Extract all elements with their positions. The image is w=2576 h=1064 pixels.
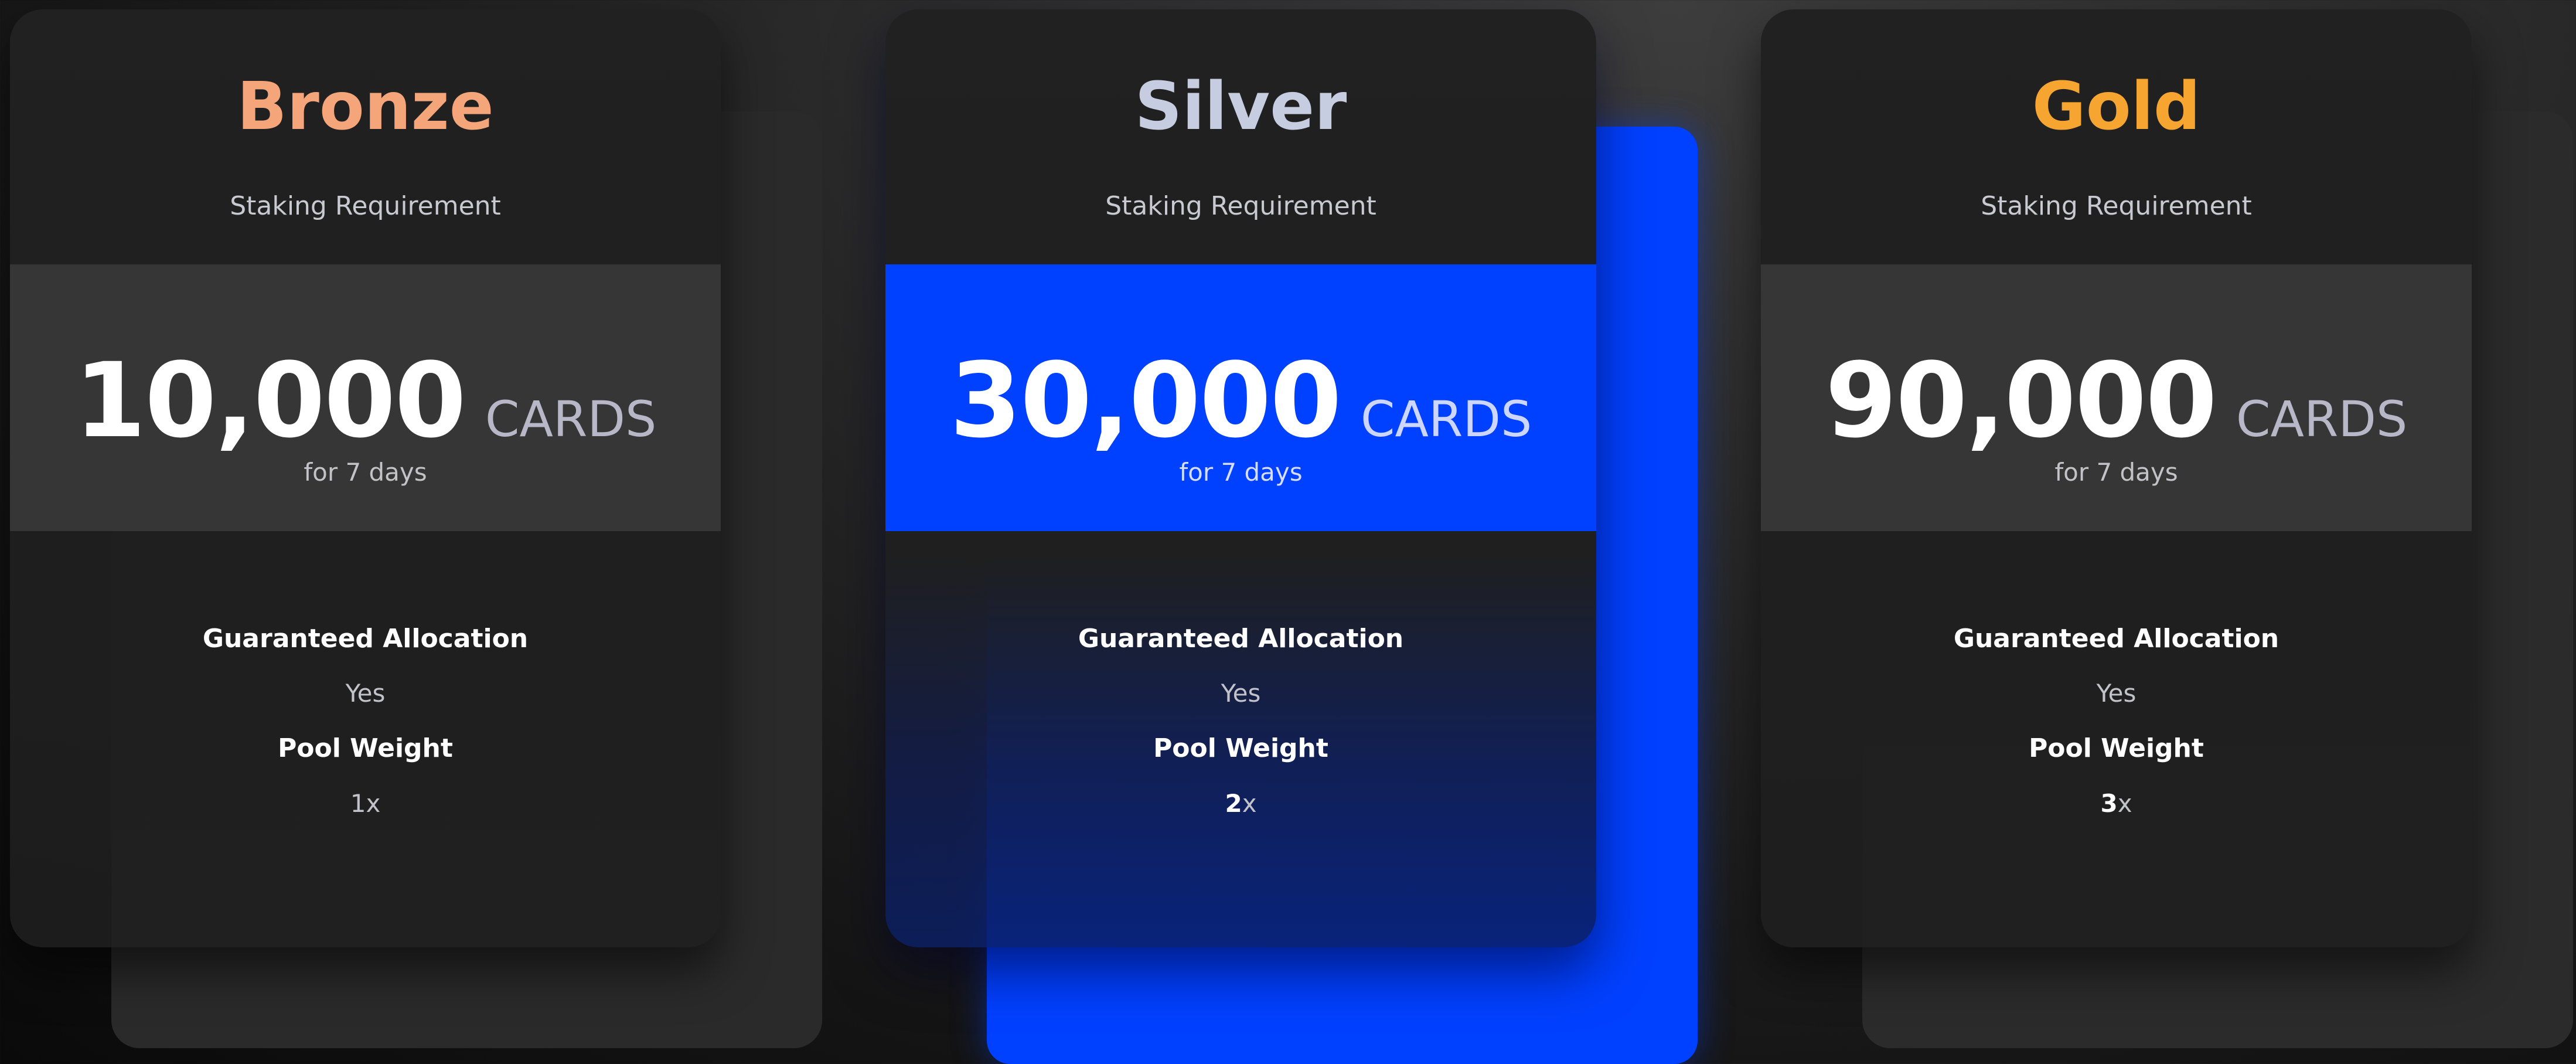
stake-period: for 7 days <box>1179 458 1303 487</box>
stake-amount-band: 90,000 CARDS for 7 days <box>1761 264 2472 531</box>
stake-unit: CARDS <box>2236 390 2408 448</box>
stake-amount-band: 10,000 CARDS for 7 days <box>10 264 721 531</box>
tier-card-bronze[interactable]: Bronze Staking Requirement 10,000 CARDS f… <box>10 9 721 947</box>
pool-weight-label: Pool Weight <box>1153 733 1328 763</box>
stake-amount-row: 10,000 CARDS <box>10 349 721 453</box>
allocation-value: Yes <box>345 679 386 708</box>
pool-weight-number: 1 <box>350 789 366 818</box>
stake-unit: CARDS <box>1360 390 1532 448</box>
pool-weight-suffix: x <box>1242 789 1257 818</box>
pool-weight-number: 3 <box>2100 789 2118 818</box>
allocation-label: Guaranteed Allocation <box>202 624 529 654</box>
pool-weight-label: Pool Weight <box>2029 733 2204 763</box>
allocation-value: Yes <box>1221 679 1261 708</box>
tier-title: Silver <box>1134 69 1347 145</box>
allocation-label: Guaranteed Allocation <box>1953 624 2279 654</box>
tier-bronze: Bronze Staking Requirement 10,000 CARDS f… <box>10 0 830 1064</box>
stake-amount-band: 30,000 CARDS for 7 days <box>885 264 1596 531</box>
tier-card-silver[interactable]: Silver Staking Requirement 30,000 CARDS f… <box>885 9 1596 947</box>
tier-subtitle: Staking Requirement <box>1981 191 2252 221</box>
allocation-value: Yes <box>2096 679 2137 708</box>
pool-weight-value: 1x <box>10 789 721 818</box>
pool-weight-suffix: x <box>2117 789 2132 818</box>
pool-weight-suffix: x <box>366 789 381 818</box>
tier-subtitle: Staking Requirement <box>230 191 501 221</box>
stake-amount: 10,000 <box>74 341 466 461</box>
tier-silver: Silver Staking Requirement 30,000 CARDS f… <box>885 0 1706 1064</box>
tier-subtitle: Staking Requirement <box>1105 191 1376 221</box>
pool-weight-number: 2 <box>1225 789 1242 818</box>
stake-amount: 90,000 <box>1825 341 2217 461</box>
tier-title: Gold <box>2032 69 2201 145</box>
stake-amount-row: 30,000 CARDS <box>885 349 1596 453</box>
tier-title: Bronze <box>237 69 494 145</box>
tier-card-gold[interactable]: Gold Staking Requirement 90,000 CARDS for… <box>1761 9 2472 947</box>
stake-period: for 7 days <box>304 458 427 487</box>
stake-period: for 7 days <box>2054 458 2178 487</box>
stake-amount-row: 90,000 CARDS <box>1761 349 2472 453</box>
stake-amount: 30,000 <box>949 341 1342 461</box>
pool-weight-value: 2x <box>885 789 1596 818</box>
stake-unit: CARDS <box>485 390 657 448</box>
pool-weight-value: 3x <box>1761 789 2472 818</box>
pool-weight-label: Pool Weight <box>278 733 453 763</box>
tier-gold: Gold Staking Requirement 90,000 CARDS for… <box>1761 0 2576 1064</box>
allocation-label: Guaranteed Allocation <box>1078 624 1404 654</box>
